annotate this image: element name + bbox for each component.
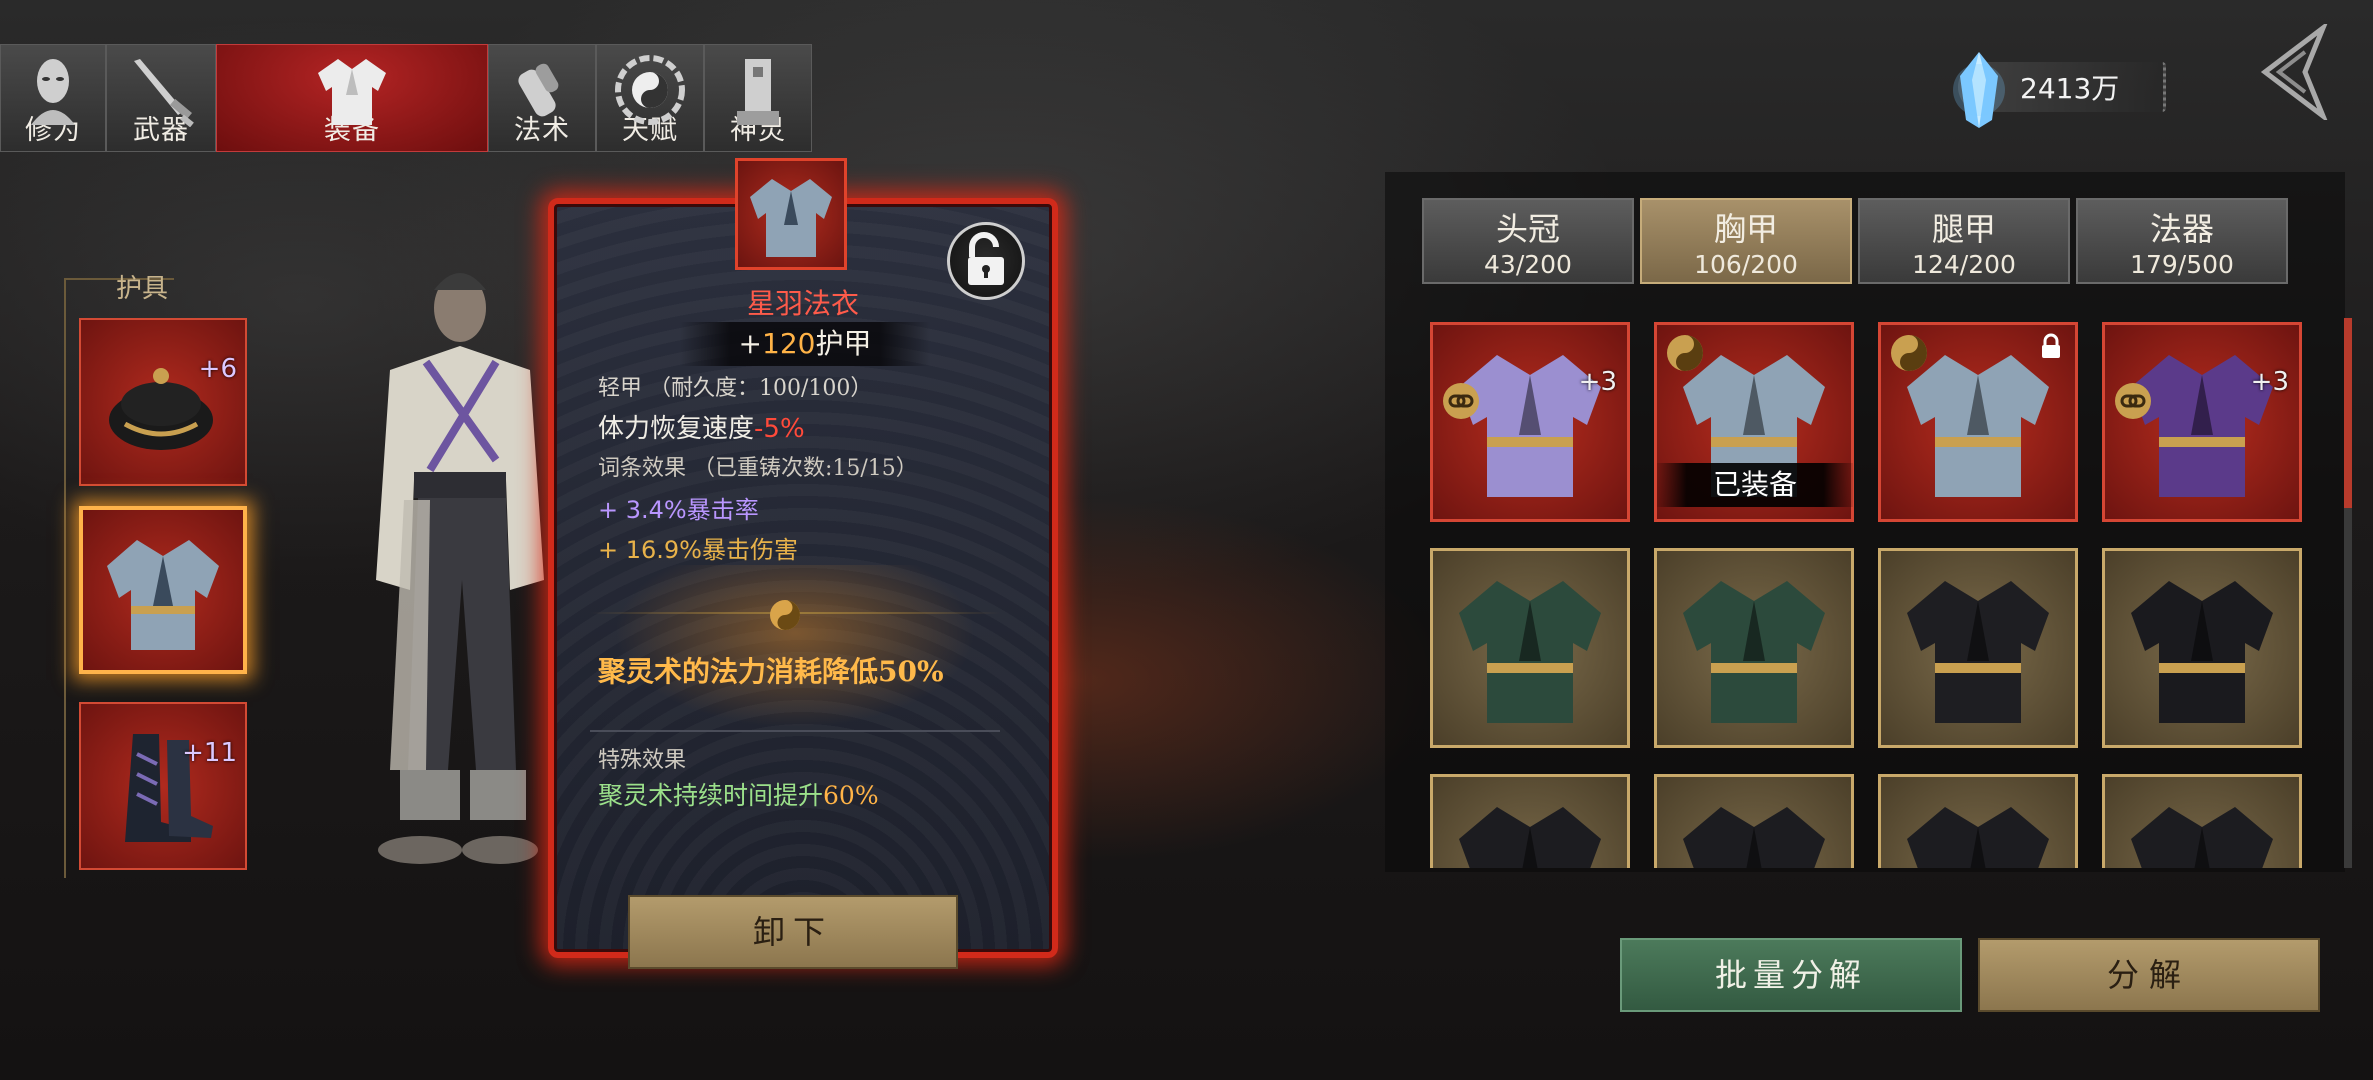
category-name: 胸甲 (1713, 210, 1778, 248)
chest-armor-icon (1459, 807, 1601, 868)
category-count: 106/200 (1694, 250, 1798, 279)
robe-icon (107, 540, 219, 650)
inventory-item[interactable] (2102, 548, 2302, 748)
chest-armor-icon (1907, 581, 2049, 723)
armor-value: +120护甲 (680, 322, 930, 366)
inventory-item[interactable] (2102, 774, 2302, 868)
category-tab-chest[interactable]: 胸甲 106/200 (1640, 198, 1852, 284)
tab-weapon[interactable]: 武器 (106, 44, 216, 152)
armor-type-durability: 轻甲 （耐久度：100/100） (598, 376, 873, 401)
tab-equipment[interactable]: 装备 (216, 44, 488, 152)
divider (590, 730, 1000, 732)
category-name: 法器 (2149, 210, 2214, 248)
inventory-item[interactable]: +3 (2102, 322, 2302, 522)
boots-icon (125, 734, 213, 842)
stamina-regen-stat: 体力恢复速度-5% (598, 408, 805, 445)
category-count: 43/200 (1484, 250, 1572, 279)
category-tab-legs[interactable]: 腿甲 124/200 (1858, 198, 2070, 284)
yinyang-icon (1891, 335, 1927, 371)
unequip-button[interactable]: 卸下 (628, 895, 958, 969)
armor-slot-legs[interactable]: +11 (79, 702, 247, 870)
affix-value: + 3.4% (598, 496, 687, 524)
chest-armor-icon (1459, 355, 1601, 497)
armor-number: 120 (762, 327, 816, 360)
special-effect-value: 60% (823, 781, 879, 810)
special-effect-label: 聚灵术持续时间提升 (598, 781, 824, 810)
chest-armor-icon (1459, 581, 1601, 723)
enhance-level: +11 (182, 738, 237, 768)
armor-slot-chest[interactable] (79, 506, 247, 674)
chest-armor-icon (1683, 807, 1825, 868)
tab-spells[interactable]: 法术 (488, 44, 596, 152)
armor-panel-title: 护具 (116, 274, 169, 304)
armor-slot-head[interactable]: +6 (79, 318, 247, 486)
chest-armor-icon (2131, 807, 2273, 868)
tab-cultivation[interactable]: 修为 (0, 44, 106, 152)
robe-icon (750, 179, 832, 257)
affix-crit-rate: + 3.4%暴击率 (598, 490, 759, 525)
item-detail-thumbnail (735, 158, 847, 270)
item-name: 星羽法衣 (746, 287, 859, 320)
inventory-item[interactable] (1430, 548, 1630, 748)
sword-icon (134, 59, 194, 127)
face-mask-icon (31, 59, 75, 125)
yinyang-icon (1667, 335, 1703, 371)
inventory-scroll-thumb[interactable] (2344, 318, 2352, 508)
special-effect-title: 特殊效果 (598, 748, 687, 773)
scroll-icon (518, 63, 559, 117)
set-effect-text: 聚灵术的法力消耗降低50% (598, 655, 944, 688)
category-tab-helmet[interactable]: 头冠 43/200 (1422, 198, 1634, 284)
category-count: 179/500 (2130, 250, 2234, 279)
affix-label: 暴击率 (686, 496, 759, 524)
tablet-icon (737, 59, 779, 125)
chest-armor-icon (1683, 581, 1825, 723)
affix-title: 词条效果 （已重铸次数:15/15） (598, 456, 918, 481)
yinyang-icon (770, 600, 800, 630)
top-tab-bar: 修为 武器 装备 法术 天赋 神灵 (0, 44, 812, 152)
stat-label: 体力恢复速度 (598, 414, 755, 444)
category-name: 腿甲 (1931, 210, 1996, 248)
currency-amount: 2413万 (2020, 72, 2120, 105)
enhance-level: +3 (2250, 367, 2289, 397)
affix-crit-damage: + 16.9%暴击伤害 (598, 530, 798, 565)
decompose-button[interactable]: 分解 (1978, 938, 2320, 1012)
affix-value: + 16.9% (598, 536, 702, 564)
inventory-item[interactable] (1654, 774, 1854, 868)
inventory-item[interactable] (1430, 774, 1630, 868)
tab-talent[interactable]: 天赋 (596, 44, 704, 152)
inventory-item[interactable] (1654, 548, 1854, 748)
inventory-item[interactable] (1878, 548, 2078, 748)
spirit-crystal-icon (1953, 52, 2005, 128)
chest-armor-icon (1907, 807, 2049, 868)
character-model (376, 273, 544, 864)
armor-label: 护甲 (815, 327, 872, 360)
tab-deity[interactable]: 神灵 (704, 44, 812, 152)
category-name: 头冠 (1495, 210, 1560, 248)
inventory-item[interactable] (1878, 322, 2078, 522)
inventory-item[interactable] (1878, 774, 2078, 868)
inventory-item[interactable]: 已装备 (1654, 322, 1854, 522)
bagua-icon (615, 55, 685, 125)
currency-display: 2413万 (1953, 52, 2166, 128)
category-count: 124/200 (1912, 250, 2016, 279)
batch-decompose-button[interactable]: 批量分解 (1620, 938, 1962, 1012)
special-effect-text: 聚灵术持续时间提升60% (598, 776, 879, 812)
enhance-level: +6 (198, 354, 237, 384)
equipped-label: 已装备 (1657, 463, 1853, 507)
inventory-grid: +3 已装备 +3 (1430, 322, 2310, 868)
enhance-level: +3 (1578, 367, 1617, 397)
category-tab-artifact[interactable]: 法器 179/500 (2076, 198, 2288, 284)
stat-value: -5% (754, 414, 805, 444)
armor-prefix: + (738, 327, 762, 360)
chain-link-icon (1443, 383, 1479, 419)
lock-icon (2042, 333, 2060, 358)
chest-armor-icon (2131, 581, 2273, 723)
affix-label: 暴击伤害 (701, 536, 798, 564)
robe-icon (318, 59, 386, 125)
hat-icon (109, 368, 213, 450)
back-button[interactable] (2245, 24, 2329, 120)
chest-armor-icon (2131, 355, 2273, 497)
chain-link-icon (2115, 383, 2151, 419)
inventory-item[interactable]: +3 (1430, 322, 1630, 522)
